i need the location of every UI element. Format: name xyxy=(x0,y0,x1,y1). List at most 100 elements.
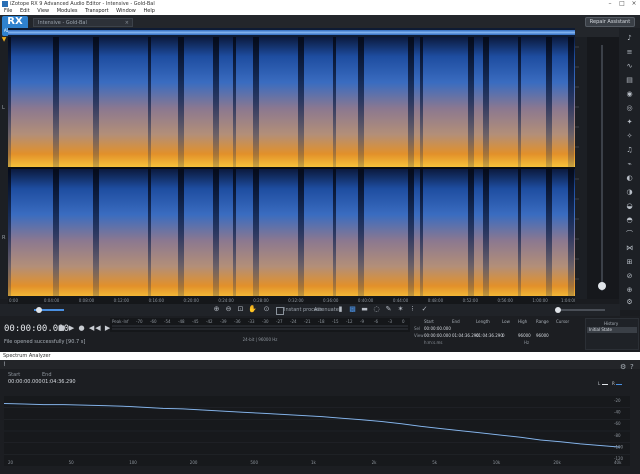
zoom-selection-icon[interactable]: ⊡ xyxy=(236,305,245,314)
time-tick-label: 0:16:00 xyxy=(149,298,165,303)
microphone-icon[interactable]: ♪ xyxy=(625,34,634,43)
meter-tick-label: -3 xyxy=(388,319,392,324)
denoise-icon[interactable]: ✦ xyxy=(625,118,634,127)
close-tab-icon[interactable]: × xyxy=(125,19,129,28)
freq-unit[interactable]: Hz xyxy=(524,340,529,345)
harmonic-select-icon[interactable]: ⁝ xyxy=(408,305,417,314)
rewind-icon[interactable]: ◀◀ xyxy=(89,324,102,332)
stop-icon[interactable]: ■ xyxy=(58,324,66,332)
time-tick-label: 1:00:00 xyxy=(532,298,548,303)
spectrum-plot[interactable]: 20 50 100 200 500 1k 2k 5k 10k 20k 40k -20 -40 -60 -80… xyxy=(4,396,630,466)
zoom-in-icon[interactable]: ⊕ xyxy=(212,305,221,314)
freq-zoom-handle[interactable] xyxy=(555,307,561,313)
module-list-icon[interactable]: ≡ xyxy=(625,48,634,57)
analyzer-settings-icon[interactable]: ⚙ xyxy=(620,363,626,371)
analyzer-title: Spectrum Analyzer xyxy=(0,352,640,360)
fade-icon[interactable]: ⌒ xyxy=(625,230,634,239)
loudness-icon[interactable]: ◐ xyxy=(625,174,634,183)
settings-icon[interactable]: ⚙ xyxy=(625,298,634,307)
reverb-icon[interactable]: ◑ xyxy=(625,188,634,197)
selection-cell[interactable]: 01:04:36.290 xyxy=(476,333,503,338)
analyzer-end-label: End xyxy=(42,372,52,378)
horizontal-zoom-handle[interactable] xyxy=(36,307,42,313)
waveform-icon[interactable]: ∿ xyxy=(625,62,634,71)
file-tab[interactable]: Intensive - Gold-Bal × xyxy=(33,18,133,27)
zoom-out-icon[interactable]: ⊖ xyxy=(224,305,233,314)
hand-tool-icon[interactable]: ✋ xyxy=(248,305,257,314)
lasso-icon[interactable]: ◌ xyxy=(372,305,381,314)
spectrum-icon[interactable]: ▤ xyxy=(625,76,634,85)
selection-cell[interactable]: 00:00:00.000 xyxy=(424,333,451,338)
spectrogram-view[interactable] xyxy=(8,37,575,299)
normalize-icon[interactable]: ⊞ xyxy=(625,258,634,267)
zoom-fit-icon[interactable]: ⊙ xyxy=(262,305,271,314)
meter-tick-label: -36 xyxy=(234,319,241,324)
time-select-icon[interactable]: ▮ xyxy=(336,305,345,314)
waveform-overview[interactable] xyxy=(8,28,575,37)
meter-tick-label: -18 xyxy=(318,319,325,324)
selection-cell[interactable]: 01:04:36.290 xyxy=(452,333,479,338)
plugin-icon[interactable]: ⊕ xyxy=(625,286,634,295)
dialogue-icon[interactable]: ✧ xyxy=(625,132,634,141)
menu-transport[interactable]: Transport xyxy=(85,8,108,14)
analyzer-start-value[interactable]: 00:00:00.000 xyxy=(8,379,42,385)
close-icon[interactable]: × xyxy=(628,0,640,8)
phase-icon[interactable]: ⊘ xyxy=(625,272,634,281)
audio-format: 24-bit | 96000 Hz xyxy=(242,337,278,342)
menu-modules[interactable]: Modules xyxy=(57,8,78,14)
time-tick-label: 0:32:00 xyxy=(288,298,304,303)
selection-cell[interactable]: 00:00:00.000 xyxy=(424,326,451,331)
channel-label-right: R xyxy=(2,235,6,241)
freq-zoom-slider[interactable] xyxy=(555,309,605,311)
magic-wand-icon[interactable]: ✶ xyxy=(396,305,405,314)
menu-window[interactable]: Window xyxy=(116,8,136,14)
maximize-icon[interactable]: □ xyxy=(616,0,628,8)
view-row-label: View xyxy=(414,333,424,338)
instant-process-checkbox[interactable] xyxy=(276,307,284,315)
pitch-icon[interactable]: ◓ xyxy=(625,216,634,225)
meter-tick-label: -12 xyxy=(346,319,353,324)
analyzer-mode-icon[interactable]: ⌇ xyxy=(3,361,6,368)
time-freq-select-icon[interactable]: ▩ xyxy=(348,305,357,314)
menu-edit[interactable]: Edit xyxy=(20,8,30,14)
selection-cell[interactable]: 0 xyxy=(502,333,505,338)
gain-icon[interactable]: ⌁ xyxy=(625,160,634,169)
record-icon[interactable]: ● xyxy=(78,324,85,332)
mixing-icon[interactable]: ⋈ xyxy=(625,244,634,253)
frequency-select-icon[interactable]: ▬ xyxy=(360,305,369,314)
vertical-zoom-track[interactable] xyxy=(601,45,603,291)
repair-assistant-button[interactable]: Repair Assistant xyxy=(585,17,635,27)
timing-icon[interactable]: ◒ xyxy=(625,202,634,211)
freq-tick-label: 10k xyxy=(493,460,501,465)
pencil-icon[interactable]: ✓ xyxy=(420,305,429,314)
selection-cell[interactable]: 96000 xyxy=(518,333,531,338)
menu-help[interactable]: Help xyxy=(143,8,154,14)
selection-cell[interactable]: 96000 xyxy=(536,333,549,338)
play-icon[interactable]: ▶ xyxy=(69,324,75,332)
playhead-marker-icon[interactable]: ▼ xyxy=(0,37,8,43)
history-item[interactable]: Initial State xyxy=(587,327,637,333)
channel-axis: ▼ L R xyxy=(0,37,8,299)
meter-tick-label: -24 xyxy=(290,319,297,324)
selection-header: Length xyxy=(476,319,490,324)
eq-icon[interactable]: ♫ xyxy=(625,146,634,155)
freq-tick-label: 20k xyxy=(553,460,561,465)
selection-header: Range xyxy=(536,319,549,324)
meter-tick-label: -70 xyxy=(136,319,143,324)
selection-header: Start xyxy=(424,319,434,324)
menu-view[interactable]: View xyxy=(37,8,49,14)
meter-tick-label: -42 xyxy=(206,319,213,324)
analyzer-end-value[interactable]: 01:04:36.290 xyxy=(42,379,76,385)
time-format[interactable]: h:m:s.ms xyxy=(424,340,442,345)
history-title: History xyxy=(604,321,619,326)
declick-icon[interactable]: ◉ xyxy=(625,90,634,99)
vertical-zoom-handle[interactable] xyxy=(598,282,606,290)
minimize-icon[interactable]: – xyxy=(604,0,616,8)
menu-file[interactable]: File xyxy=(4,8,12,14)
dehum-icon[interactable]: ◎ xyxy=(625,104,634,113)
time-tick-label: 0:04:00 xyxy=(44,298,60,303)
menu-bar: File Edit View Modules Transport Window … xyxy=(0,8,640,15)
brush-icon[interactable]: ✎ xyxy=(384,305,393,314)
analyzer-help-icon[interactable]: ? xyxy=(630,363,634,371)
db-tick-label: -60 xyxy=(614,421,621,426)
